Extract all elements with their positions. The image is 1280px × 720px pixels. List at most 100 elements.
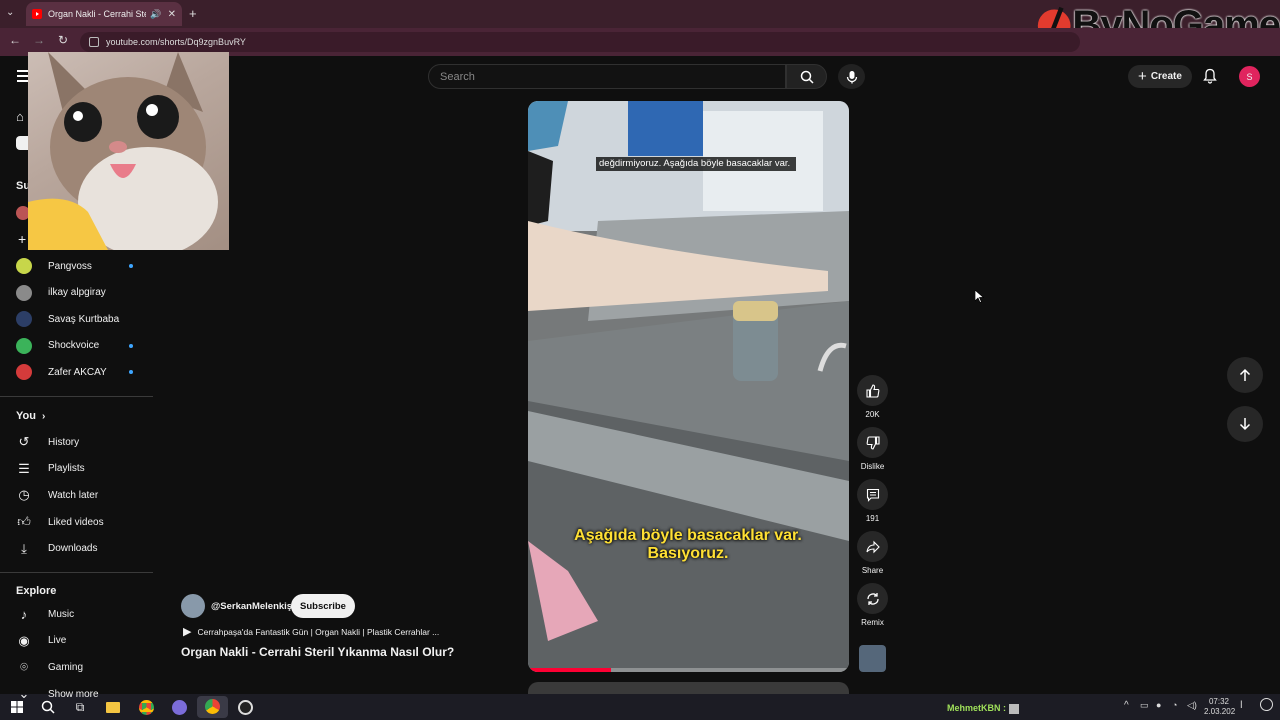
tray-network-icon[interactable]: ▭ [1140, 700, 1149, 711]
sound-thumbnail[interactable] [859, 645, 886, 672]
chevron-right-icon: › [41, 410, 46, 422]
dislike-button[interactable]: Dislike [857, 427, 888, 471]
sidebar-item-label: Live [48, 635, 67, 647]
sidebar-item[interactable]: ◷ Watch later [0, 482, 153, 508]
sidebar-item-label: Zafer AKCAY [48, 366, 107, 378]
comments-button[interactable]: 191 [857, 479, 888, 523]
live-icon: ◉ [18, 632, 30, 648]
notification-center-icon[interactable] [1260, 698, 1273, 711]
browser-tab[interactable]: Organ Nakli - Cerrahi Steril 🔊 ✕ [26, 2, 182, 26]
share-label: Share [861, 566, 884, 575]
channel-avatar [16, 311, 32, 327]
sidebar-item[interactable]: ◉ Live [0, 628, 153, 654]
url-field[interactable]: youtube.com/shorts/Dq9zgnBuvRY [80, 32, 1080, 52]
new-content-dot [129, 343, 133, 348]
speaker-icon[interactable]: 🔊 [150, 9, 161, 20]
tray-chevron-up-icon[interactable]: ^ [1124, 700, 1129, 711]
next-short-preview[interactable] [528, 682, 849, 694]
tray-wifi-icon[interactable]: ◔ [1172, 700, 1177, 710]
share-button[interactable]: Share [857, 531, 888, 575]
tab-title: Organ Nakli - Cerrahi Steril [48, 9, 147, 19]
history-icon: ↺ [18, 434, 30, 449]
create-button[interactable]: + Create [1128, 65, 1192, 88]
gaming-icon: ⌾ [20, 659, 28, 675]
forward-icon[interactable]: → [31, 33, 47, 47]
new-content-dot [129, 370, 133, 374]
playlist-link[interactable]: ▶ Cerrahpaşa'da Fantastik Gün | Organ Na… [183, 625, 439, 638]
thumbs-down-icon [866, 435, 880, 450]
site-info-icon[interactable] [89, 37, 99, 47]
voice-search-button[interactable] [838, 64, 865, 89]
tray-volume-icon[interactable]: ◁) [1187, 700, 1197, 711]
search-icon [800, 70, 814, 84]
notifications-button[interactable] [1202, 68, 1218, 89]
playlist-title: Cerrahpaşa'da Fantastik Gün | Organ Nakl… [197, 626, 440, 637]
shorts-video-player[interactable]: değdirmiyoruz. Aşağıda böyle basacaklar … [528, 101, 849, 672]
watch-later-icon: ◷ [18, 487, 30, 503]
sidebar-item[interactable]: ⌾ Gaming [0, 654, 153, 680]
account-avatar[interactable]: S [1239, 66, 1260, 87]
previous-short-button[interactable] [1227, 357, 1263, 393]
sidebar-item-label: Watch later [48, 489, 99, 501]
clock-date: 2.03.202 [1204, 707, 1236, 716]
sidebar-item-label: Gaming [48, 661, 84, 673]
cat-meme-overlay [28, 52, 229, 250]
channel-avatar [16, 284, 32, 301]
tray-mic-status-icon[interactable]: ǀ [1240, 700, 1243, 711]
sidebar-item[interactable]: Zafer AKCAY [0, 359, 153, 385]
dislike-label: Dislike [860, 462, 885, 471]
new-content-dot [129, 264, 133, 268]
tab-list-chevron-icon[interactable]: ⌄ [6, 7, 14, 18]
close-tab-icon[interactable]: ✕ [168, 9, 176, 20]
taskbar-active-app[interactable] [197, 696, 228, 718]
you-label: You [16, 410, 36, 422]
microphone-icon [846, 70, 857, 83]
search-button[interactable] [786, 64, 827, 89]
channel-avatar[interactable] [181, 594, 205, 618]
liked-videos-icon: 👍︎ [17, 514, 31, 530]
obs-icon[interactable] [236, 698, 254, 716]
arrow-down-icon [1239, 418, 1251, 431]
like-button[interactable]: 20K [857, 375, 888, 419]
downloads-icon: ⤓ [21, 540, 27, 556]
sidebar-item[interactable]: ↺ History [0, 429, 153, 455]
playlists-icon: ☰ [18, 460, 30, 476]
sidebar-item[interactable]: Pangvoss [0, 253, 153, 279]
channel-avatar [16, 337, 32, 354]
sidebar-item[interactable]: ♪ Music [0, 601, 153, 627]
channel-handle[interactable]: @SerkanMelenkiş [211, 601, 292, 612]
url-text: youtube.com/shorts/Dq9zgnBuvRY [106, 37, 246, 47]
sidebar-item[interactable]: ⤓ Downloads [0, 536, 153, 562]
tray-microphone-icon[interactable]: ● [1156, 700, 1161, 710]
clock[interactable]: 07:32 2.03.202 [1204, 697, 1236, 717]
new-tab-button[interactable]: + [189, 6, 197, 21]
sidebar-item-label: History [48, 436, 80, 448]
reload-icon[interactable]: ↻ [55, 33, 71, 47]
comments-count: 191 [865, 514, 880, 523]
progress-fill [528, 668, 612, 672]
next-short-button[interactable] [1227, 406, 1263, 442]
sidebar-item-label: ilkay alpgiray [48, 287, 106, 298]
sidebar-item[interactable]: ilkay alpgiray [0, 280, 153, 306]
sidebar-item[interactable]: ☰ Playlists [0, 456, 153, 482]
arrow-up-icon [1239, 368, 1251, 381]
bell-icon [1203, 68, 1217, 84]
channel-avatar [16, 258, 32, 274]
progress-track[interactable] [528, 668, 849, 672]
add-icon[interactable]: + [18, 231, 26, 247]
discord-icon[interactable] [170, 698, 188, 716]
chevron-down-icon: ⌄ [18, 686, 30, 702]
remix-label: Remix [861, 618, 884, 627]
remix-button[interactable]: Remix [857, 583, 888, 627]
sidebar-item[interactable]: Savaş Kurtbaba [0, 306, 153, 332]
sidebar-item[interactable]: ⌄ Show more [0, 681, 153, 707]
channel-avatar [16, 364, 32, 380]
sidebar-item[interactable]: 👍︎ Liked videos [0, 509, 153, 535]
subscribe-button[interactable]: Subscribe [291, 594, 355, 618]
search-input[interactable]: Search [428, 64, 786, 89]
back-icon[interactable]: ← [7, 33, 23, 47]
home-icon[interactable]: ⌂ [16, 109, 24, 124]
youtube-favicon-icon [32, 9, 42, 19]
sidebar-item[interactable]: Shockvoice [0, 333, 153, 359]
you-heading[interactable]: You › [16, 410, 45, 422]
